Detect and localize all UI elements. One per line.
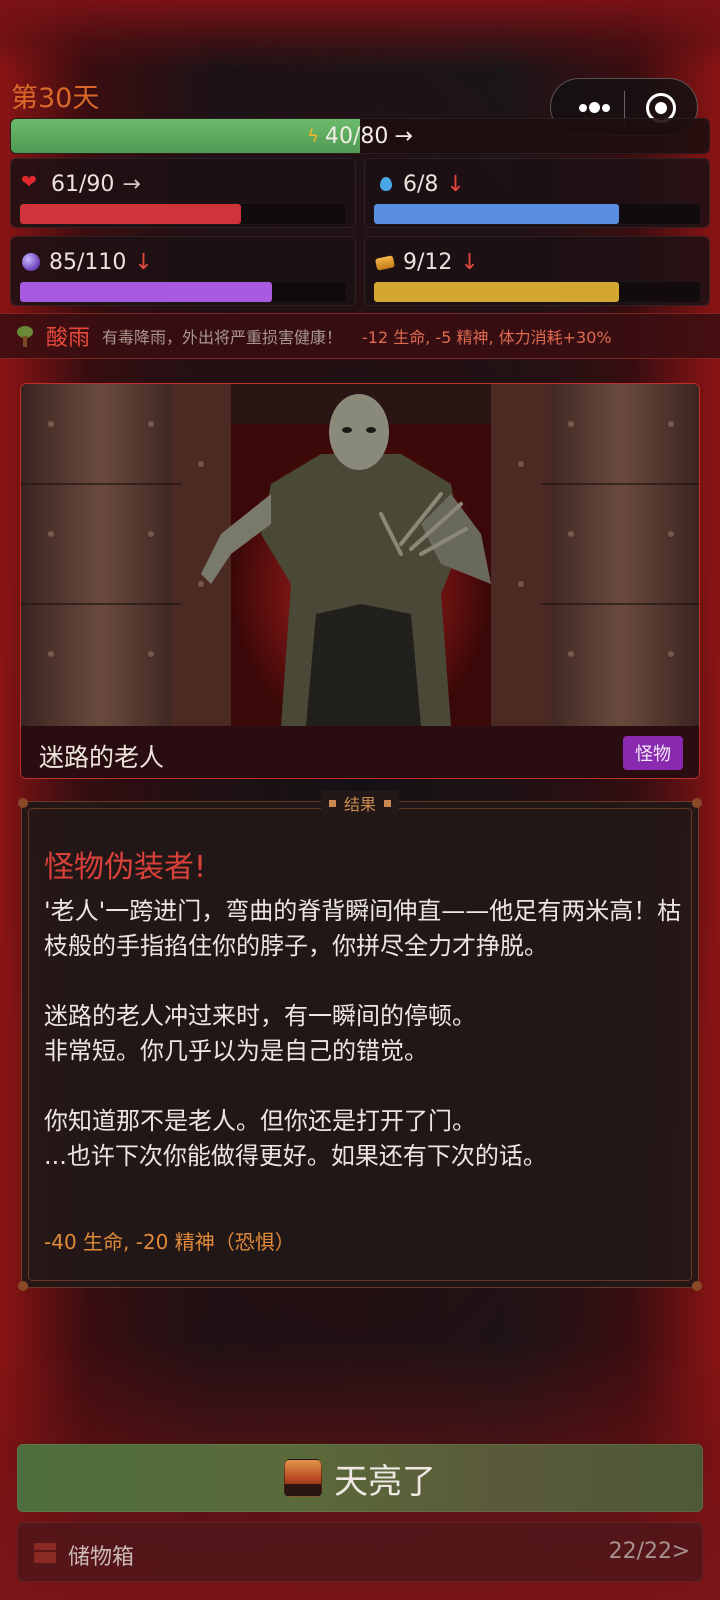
more-menu-icon[interactable]	[575, 98, 615, 118]
result-effect: -40 生命, -20 精神（恐惧）	[44, 1230, 295, 1254]
corner-ornament	[18, 1281, 28, 1291]
stat-card-food: 9/12 ↓	[364, 236, 710, 306]
stat-card-sanity: 85/110 ↓	[10, 236, 356, 306]
dawn-button[interactable]: 天亮了	[17, 1444, 703, 1512]
energy-bar: ϟ 40/80 →	[10, 118, 710, 154]
result-body: '老人'一跨进门，弯曲的脊背瞬间伸直——他足有两米高！枯枝般的手指掐住你的脖子，…	[44, 894, 684, 1174]
weather-name: 酸雨	[46, 326, 91, 351]
health-trend: →	[122, 171, 141, 197]
sanity-value: 85/110	[49, 249, 127, 275]
energy-trend: →	[394, 123, 413, 149]
health-value: 61/90	[51, 171, 115, 197]
storage-bar[interactable]: 储物箱 22/22 >	[17, 1522, 703, 1582]
dead-tree-icon	[14, 324, 38, 348]
water-fill	[374, 204, 619, 224]
event-card: 迷路的老人 怪物	[20, 383, 700, 779]
storage-box-icon	[34, 1543, 56, 1563]
food-bar	[373, 281, 701, 303]
sanity-trend: ↓	[134, 249, 153, 275]
stat-card-health: 61/90 →	[10, 158, 356, 228]
weather-effect: -12 生命, -5 精神, 体力消耗+30%	[362, 328, 612, 347]
result-label: 结果	[22, 791, 698, 815]
sanity-fill	[20, 282, 272, 302]
weather-description: 有毒降雨，外出将严重损害健康！	[102, 328, 343, 347]
corner-ornament	[692, 1281, 702, 1291]
dawn-button-label: 天亮了	[334, 1461, 436, 1502]
sunrise-icon	[284, 1459, 322, 1497]
event-type-badge: 怪物	[623, 736, 683, 770]
water-trend: ↓	[446, 171, 465, 197]
food-fill	[374, 282, 619, 302]
result-card: 结果 怪物伪装者! '老人'一跨进门，弯曲的脊背瞬间伸直——他足有两米高！枯枝般…	[18, 791, 702, 1291]
day-counter: 第30天	[11, 83, 100, 114]
energy-readout: ϟ 40/80 →	[11, 119, 709, 153]
heart-icon	[21, 171, 43, 194]
water-bar	[373, 203, 701, 225]
health-bar	[19, 203, 347, 225]
food-value: 9/12	[403, 249, 453, 275]
weather-bar: 酸雨 有毒降雨，外出将严重损害健康！ -12 生命, -5 精神, 体力消耗+3…	[0, 313, 720, 359]
event-footer: 迷路的老人 怪物	[21, 726, 699, 778]
lightning-icon: ϟ	[307, 125, 320, 147]
health-fill	[20, 204, 242, 224]
top-glow	[0, 0, 720, 70]
storage-label: 储物箱	[68, 1545, 135, 1570]
chevron-right-icon: >	[671, 1539, 690, 1564]
storage-count: 22/22	[608, 1539, 672, 1564]
result-paragraph: 迷路的老人冲过来时，有一瞬间的停顿。 非常短。你几乎以为是自己的错觉。	[44, 1002, 476, 1065]
mind-orb-icon	[21, 252, 41, 272]
water-drop-icon	[375, 174, 395, 194]
result-paragraph: '老人'一跨进门，弯曲的脊背瞬间伸直——他足有两米高！枯枝般的手指掐住你的脖子，…	[44, 897, 682, 960]
food-trend: ↓	[460, 249, 479, 275]
sanity-bar	[19, 281, 347, 303]
event-illustration	[21, 384, 699, 726]
food-icon	[375, 252, 395, 272]
event-title: 迷路的老人	[39, 743, 165, 772]
energy-value: 40/80	[325, 123, 389, 149]
result-paragraph: 你知道那不是老人。但你还是打开了门。 ...也许下次你能做得更好。如果还有下次的…	[44, 1107, 547, 1170]
water-value: 6/8	[403, 171, 439, 197]
stat-card-water: 6/8 ↓	[364, 158, 710, 228]
result-title: 怪物伪装者!	[44, 850, 207, 885]
